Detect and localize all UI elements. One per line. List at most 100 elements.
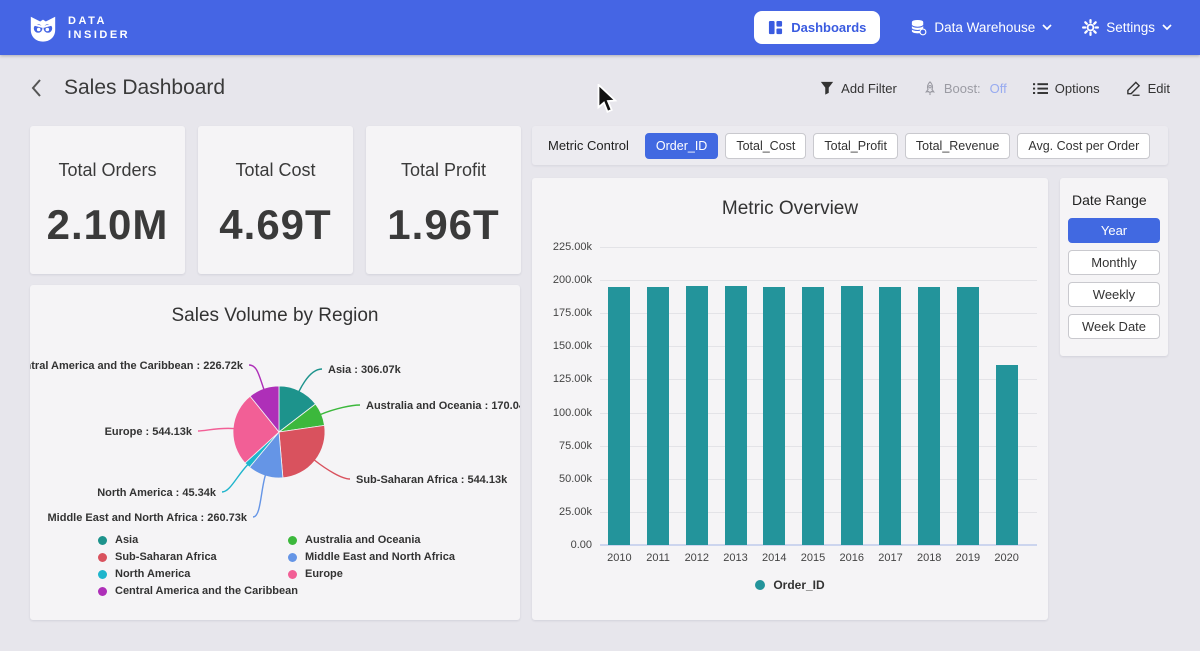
pie-legend-col1: Asia Sub-Saharan Africa North America Centr… xyxy=(98,534,298,602)
legend-item-middle-east-and-north-africa[interactable]: Middle East and North Africa xyxy=(288,551,455,563)
nav-dashboards-button[interactable]: Dashboards xyxy=(754,11,880,44)
legend-label: Sub-Saharan Africa xyxy=(115,551,217,563)
date-range-year[interactable]: Year xyxy=(1068,218,1160,243)
rocket-icon xyxy=(923,81,937,96)
pie-label-asia: Asia : 306.07k xyxy=(328,364,402,376)
edit-button[interactable]: Edit xyxy=(1126,81,1170,96)
x-axis-tick: 2020 xyxy=(987,552,1027,564)
y-axis-tick: 175.00k xyxy=(532,307,592,319)
legend-item-europe[interactable]: Europe xyxy=(288,568,455,580)
pie-legend-col2: Australia and Oceania Middle East and Nor… xyxy=(288,534,455,585)
pie-label-australia-and-oceania: Australia and Oceania : 170.04k xyxy=(366,400,520,412)
metric-option-total-profit[interactable]: Total_Profit xyxy=(813,133,898,159)
legend-dot xyxy=(755,580,765,590)
pie-slice-sub-saharan-africa[interactable] xyxy=(279,425,325,477)
kpi-label: Total Orders xyxy=(30,160,185,181)
brand-logo[interactable]: DATA INSIDER xyxy=(28,13,130,43)
legend-label: Europe xyxy=(305,568,343,580)
bar-2010[interactable] xyxy=(608,287,630,545)
metric-control-label: Metric Control xyxy=(548,138,629,153)
bar-2015[interactable] xyxy=(802,287,824,545)
filter-funnel-icon xyxy=(820,81,834,95)
pie-callout-line xyxy=(249,365,264,390)
legend-label: North America xyxy=(115,568,190,580)
y-axis-tick: 50.00k xyxy=(532,473,592,485)
nav-data-warehouse[interactable]: Data Warehouse xyxy=(910,19,1052,36)
bar-plot: 0.0025.00k50.00k75.00k100.00k125.00k150.… xyxy=(532,178,1048,620)
brand-name: DATA INSIDER xyxy=(68,14,130,42)
chevron-down-icon xyxy=(1162,24,1172,31)
y-axis-tick: 225.00k xyxy=(532,241,592,253)
top-navbar: DATA INSIDER Dashboards xyxy=(0,0,1200,55)
metric-option-total-cost[interactable]: Total_Cost xyxy=(725,133,806,159)
metric-option-avg-cost-per-order[interactable]: Avg. Cost per Order xyxy=(1017,133,1150,159)
date-range-week-date[interactable]: Week Date xyxy=(1068,314,1160,339)
dashboard-header: Sales Dashboard Add Filter Boost: Off xyxy=(0,55,1200,121)
sales-dashboard-page: DATA INSIDER Dashboards xyxy=(0,0,1200,651)
x-axis-tick: 2018 xyxy=(909,552,949,564)
bar-2017[interactable] xyxy=(879,287,901,545)
legend-dot xyxy=(98,536,107,545)
boost-value: Off xyxy=(990,81,1007,96)
y-axis-tick: 100.00k xyxy=(532,407,592,419)
bar-2018[interactable] xyxy=(918,287,940,545)
x-axis-tick: 2010 xyxy=(599,552,639,564)
metric-option-order-id[interactable]: Order_ID xyxy=(645,133,718,159)
date-range-monthly[interactable]: Monthly xyxy=(1068,250,1160,275)
legend-dot xyxy=(288,553,297,562)
gear-icon xyxy=(1082,19,1099,36)
x-axis-tick: 2016 xyxy=(832,552,872,564)
x-axis-tick: 2013 xyxy=(716,552,756,564)
y-axis-tick: 25.00k xyxy=(532,506,592,518)
pie-label-central-america-and-the-caribbean: Central America and the Caribbean : 226.… xyxy=(30,360,244,372)
nav-settings-label: Settings xyxy=(1106,20,1155,35)
metric-options: Order_ID Total_Cost Total_Profit Total_Reve… xyxy=(645,133,1150,159)
nav-dashboards-label: Dashboards xyxy=(791,20,866,35)
boost-label: Boost: xyxy=(944,81,981,96)
bar-2011[interactable] xyxy=(647,287,669,545)
date-range-options: Year Monthly Weekly Week Date xyxy=(1068,218,1160,339)
dashboards-grid-icon xyxy=(768,20,783,35)
legend-item-north-america[interactable]: North America xyxy=(98,568,298,580)
bar-2013[interactable] xyxy=(725,286,747,545)
bar-2020[interactable] xyxy=(996,365,1018,545)
bar-2019[interactable] xyxy=(957,287,979,545)
back-button[interactable] xyxy=(30,78,42,98)
pie-label-europe: Europe : 544.13k xyxy=(105,426,193,438)
add-filter-button[interactable]: Add Filter xyxy=(820,81,897,96)
owl-logo-icon xyxy=(28,13,58,43)
bar-chart-legend[interactable]: Order_ID xyxy=(532,578,1048,592)
nav-settings[interactable]: Settings xyxy=(1082,19,1172,36)
date-range-label: Date Range xyxy=(1072,192,1160,208)
date-range-weekly[interactable]: Weekly xyxy=(1068,282,1160,307)
legend-label: Australia and Oceania xyxy=(305,534,421,546)
legend-item-asia[interactable]: Asia xyxy=(98,534,298,546)
kpi-value: 2.10M xyxy=(30,201,185,249)
legend-dot xyxy=(98,553,107,562)
bar-2012[interactable] xyxy=(686,286,708,545)
kpi-card-total-orders: Total Orders 2.10M xyxy=(30,126,185,274)
bar-2014[interactable] xyxy=(763,287,785,545)
sales-volume-pie-card: Sales Volume by Region Asia : 306.07kAus… xyxy=(30,285,520,620)
kpi-value: 4.69T xyxy=(198,201,353,249)
options-label: Options xyxy=(1055,81,1100,96)
nav-warehouse-label: Data Warehouse xyxy=(934,20,1035,35)
x-axis-tick: 2017 xyxy=(870,552,910,564)
legend-item-sub-saharan-africa[interactable]: Sub-Saharan Africa xyxy=(98,551,298,563)
y-axis-tick: 75.00k xyxy=(532,440,592,452)
metric-option-total-revenue[interactable]: Total_Revenue xyxy=(905,133,1010,159)
pie-callout-line xyxy=(222,465,248,493)
kpi-card-total-profit: Total Profit 1.96T xyxy=(366,126,521,274)
boost-toggle[interactable]: Boost: Off xyxy=(923,81,1007,96)
y-axis-tick: 200.00k xyxy=(532,274,592,286)
database-icon xyxy=(910,19,927,36)
legend-item-australia-and-oceania[interactable]: Australia and Oceania xyxy=(288,534,455,546)
bar-2016[interactable] xyxy=(841,286,863,545)
legend-dot xyxy=(288,570,297,579)
pie-callout-line xyxy=(198,428,234,431)
pie-label-sub-saharan-africa: Sub-Saharan Africa : 544.13k xyxy=(356,474,508,486)
options-button[interactable]: Options xyxy=(1033,81,1100,96)
x-axis-tick: 2012 xyxy=(677,552,717,564)
legend-item-central-america-and-the-caribbean[interactable]: Central America and the Caribbean xyxy=(98,585,298,597)
x-axis-tick: 2015 xyxy=(793,552,833,564)
